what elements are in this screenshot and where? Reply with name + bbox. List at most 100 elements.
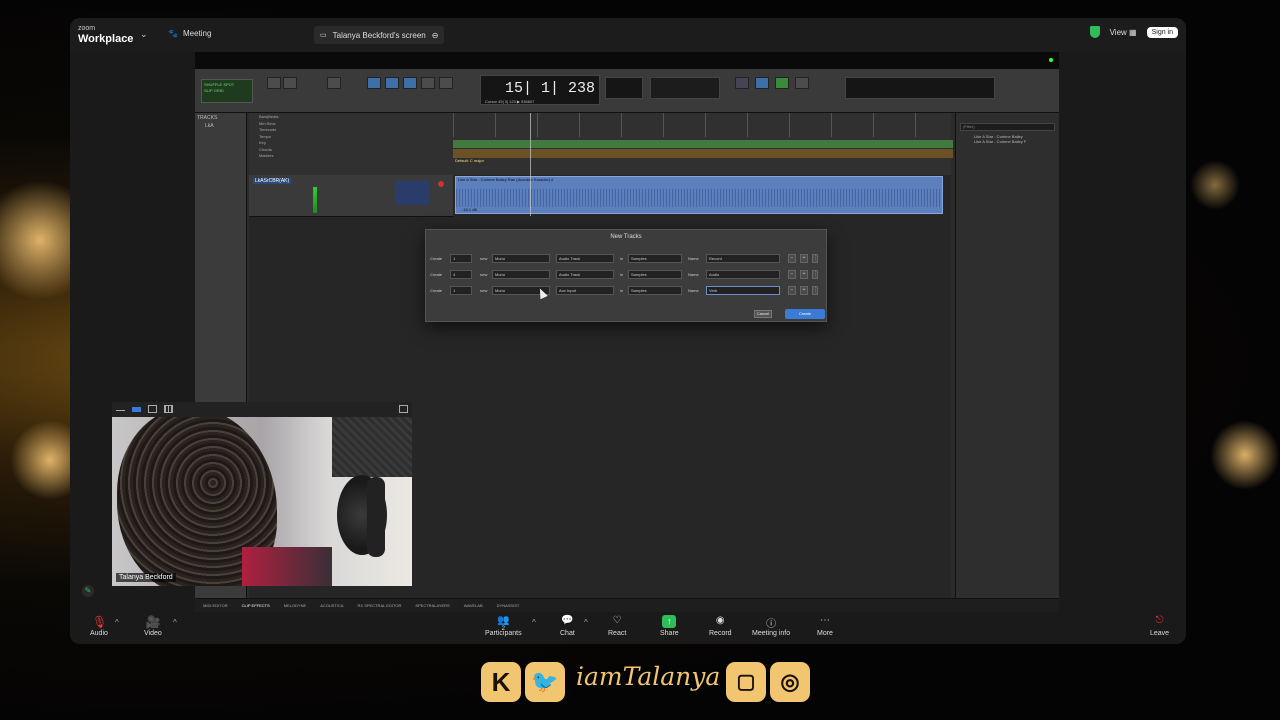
timebase-select[interactable]: Samples <box>628 270 682 279</box>
track-header[interactable]: LkASrCBR(AK) <box>249 175 453 217</box>
share-label: Share <box>660 630 679 637</box>
tab-spectralayers[interactable]: SPECTRALAYERS <box>415 603 449 608</box>
track-name-field[interactable]: Audio <box>706 270 780 279</box>
tab-acoustica[interactable]: ACOUSTICA <box>320 603 343 608</box>
sign-in-button[interactable]: Sign in <box>1146 26 1178 38</box>
track-type-select[interactable]: Audio Track <box>556 254 614 263</box>
metronome-icon[interactable] <box>795 77 809 89</box>
clips-filter-input[interactable]: (Filter) <box>960 123 1055 131</box>
scrub-tool-icon[interactable] <box>403 77 417 89</box>
tempo-display <box>650 77 720 99</box>
meeting-tab[interactable]: 🐾 Meeting <box>168 29 211 38</box>
io-selector[interactable] <box>395 181 429 205</box>
move-row-handle[interactable]: ⋮ <box>812 254 818 263</box>
clip-waveform <box>456 189 942 207</box>
move-row-handle[interactable]: ⋮ <box>812 286 818 295</box>
add-row-button[interactable]: + <box>800 270 808 279</box>
maximize-icon[interactable] <box>399 405 408 413</box>
in-label: in <box>620 272 624 277</box>
tab-midi-editor[interactable]: MIDI EDITOR <box>203 603 228 608</box>
meeting-info-button[interactable]: ⓘ Meeting info <box>752 615 790 637</box>
trim-tool-icon[interactable] <box>283 77 297 89</box>
participants-button[interactable]: 👥2 Participants <box>485 615 522 637</box>
grid-tool-icon[interactable] <box>439 77 453 89</box>
video-off-icon: 🎥 <box>145 615 161 629</box>
gallery-strip-icon[interactable] <box>148 405 157 413</box>
minimize-icon[interactable] <box>116 405 125 411</box>
remove-row-button[interactable]: − <box>788 286 796 295</box>
audio-clip[interactable]: Like A Star - Corinne Bailey Rae (Acoust… <box>455 176 943 214</box>
tab-wavelab[interactable]: WAVELAB <box>464 603 483 608</box>
loop-icon[interactable] <box>735 77 749 89</box>
participants-chevron-icon[interactable]: ^ <box>532 618 536 627</box>
track-count-field[interactable]: 1 <box>450 254 472 263</box>
create-button[interactable]: Create <box>785 309 825 319</box>
encryption-shield-icon[interactable] <box>1089 26 1100 38</box>
speaker-view-icon[interactable] <box>132 407 141 412</box>
zoom-logo: zoom Workplace <box>78 24 133 45</box>
record-mode-icon[interactable] <box>775 77 789 89</box>
track-name-field[interactable]: Record <box>706 254 780 263</box>
audio-button[interactable]: 🎙 Audio <box>90 615 108 637</box>
tempo-ruler-row[interactable]: 108 <box>453 140 953 154</box>
track-name-field[interactable]: Verb <box>706 286 780 295</box>
pencil-tool-icon[interactable] <box>421 77 435 89</box>
key-ruler-row[interactable]: Default: C major <box>453 149 953 163</box>
tab-melodyne[interactable]: MELODYNE <box>284 603 306 608</box>
track-type-select[interactable]: Aux Input <box>556 286 614 295</box>
view-button[interactable]: View ▦ <box>1110 28 1137 37</box>
video-options-chevron-icon[interactable]: ^ <box>173 618 177 627</box>
more-options-icon[interactable]: ⊖ <box>432 31 439 40</box>
playback-icon[interactable] <box>755 77 769 89</box>
grabber-tool-icon[interactable] <box>385 77 399 89</box>
channel-format-select[interactable]: Mono <box>492 254 550 263</box>
chat-chevron-icon[interactable]: ^ <box>584 618 588 627</box>
add-row-button[interactable]: + <box>800 254 808 263</box>
more-label: More <box>817 630 833 637</box>
more-button[interactable]: ⋯ More <box>817 615 833 637</box>
timebase-select[interactable]: Samples <box>628 254 682 263</box>
webcam-toolbar <box>112 402 412 417</box>
move-row-handle[interactable]: ⋮ <box>812 270 818 279</box>
track-count-field[interactable]: 1 <box>450 286 472 295</box>
remove-row-button[interactable]: − <box>788 270 796 279</box>
channel-format-select[interactable]: Mono <box>492 270 550 279</box>
tab-dynassist[interactable]: DYNASSIST <box>497 603 520 608</box>
create-label: Create <box>430 272 443 277</box>
timeline-ruler[interactable] <box>453 113 953 137</box>
share-button[interactable]: ↑ Share <box>660 615 679 637</box>
remove-row-button[interactable]: − <box>788 254 796 263</box>
zoom-tool-icon[interactable] <box>267 77 281 89</box>
record-button[interactable]: ◉ Record <box>709 615 732 637</box>
edit-mode-selector[interactable]: SHUFFLE SPOT SLIP GRID <box>201 79 253 103</box>
cancel-button[interactable]: Cancel <box>754 310 772 318</box>
grid-view-icon[interactable] <box>164 405 173 413</box>
record-arm-icon[interactable] <box>438 181 444 187</box>
track-type-select[interactable]: Audio Track <box>556 270 614 279</box>
timebase-select[interactable]: Samples <box>628 286 682 295</box>
audio-options-chevron-icon[interactable]: ^ <box>115 618 119 627</box>
whiteboard-pen-icon[interactable]: ✎ <box>82 585 94 597</box>
chat-button[interactable]: 💬 Chat <box>560 615 575 637</box>
participant-name-tag: Talanya Beckford <box>116 573 176 582</box>
tracks-item[interactable]: LkA <box>205 123 244 129</box>
leave-button[interactable]: ⎋ Leave <box>1150 615 1169 637</box>
bottom-plugin-bar: MIDI EDITOR CLIP EFFECTS MELODYNE ACOUST… <box>195 598 1059 612</box>
track-name-label[interactable]: LkASrCBR(AK) <box>253 178 292 184</box>
select-tool-icon[interactable] <box>327 77 341 89</box>
add-row-button[interactable]: + <box>800 286 808 295</box>
smart-tool-icon[interactable] <box>367 77 381 89</box>
video-button[interactable]: 🎥 Video <box>144 615 162 637</box>
new-label: new <box>480 256 488 261</box>
tab-rx-spectral[interactable]: RX SPECTRAL EDITOR <box>358 603 402 608</box>
screen-share-tab[interactable]: ▭ Talanya Beckford's screen ⊖ <box>314 26 445 44</box>
main-counter[interactable]: 15| 1| 238 Cursor 45| 3| 123 ▶ 936607 <box>480 75 600 105</box>
zoom-title-bar: zoom Workplace ⌄ 🐾 Meeting ▭ Talanya Bec… <box>70 18 1186 52</box>
react-button[interactable]: ♡ React <box>608 615 626 637</box>
playhead-line[interactable] <box>530 113 531 216</box>
name-label: Name <box>688 272 699 277</box>
chevron-down-icon[interactable]: ⌄ <box>140 29 148 40</box>
clip-list-item[interactable]: Like A Star - Corinne Bailey F <box>960 139 1055 144</box>
track-count-field[interactable]: 4 <box>450 270 472 279</box>
tab-clip-effects[interactable]: CLIP EFFECTS <box>242 603 270 608</box>
